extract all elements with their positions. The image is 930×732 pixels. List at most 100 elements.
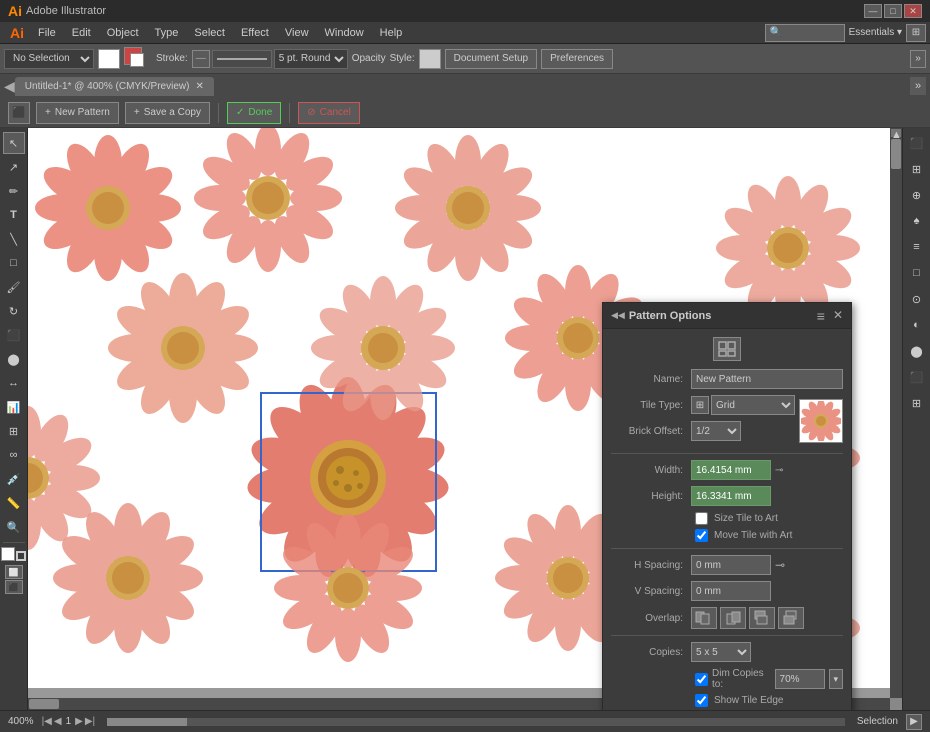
menu-view[interactable]: View <box>277 25 317 41</box>
menu-file[interactable]: File <box>30 25 64 41</box>
style-swatch[interactable] <box>419 49 441 69</box>
panel-menu-icon[interactable]: ≡ <box>817 308 825 324</box>
tool-rect[interactable]: □ <box>3 252 25 274</box>
save-copy-button[interactable]: + Save a Copy <box>125 102 210 124</box>
right-btn-9[interactable]: ⬤ <box>906 340 928 362</box>
right-btn-11[interactable]: ⊞ <box>906 392 928 414</box>
tool-width[interactable]: ↔ <box>3 372 25 394</box>
cancel-button[interactable]: ⊘ Cancel <box>298 102 360 124</box>
stroke-line-style[interactable] <box>212 50 272 68</box>
width-input[interactable] <box>691 460 771 480</box>
right-btn-1[interactable]: ⬛ <box>906 132 928 154</box>
menu-effect[interactable]: Effect <box>233 25 277 41</box>
stroke-swatch-white[interactable] <box>130 53 144 67</box>
new-pattern-button[interactable]: + New Pattern <box>36 102 119 124</box>
tool-eyedropper[interactable]: 💉 <box>3 468 25 490</box>
tool-select[interactable]: ↖ <box>3 132 25 154</box>
menu-edit[interactable]: Edit <box>64 25 99 41</box>
vertical-scrollbar[interactable]: ▲ <box>890 128 902 698</box>
canvas-area[interactable]: ▲ ◀◀ Pattern Options ≡ ✕ <box>28 128 902 710</box>
menu-object[interactable]: Object <box>99 25 147 41</box>
height-input[interactable] <box>691 486 771 506</box>
overlap-bottom-front[interactable] <box>778 607 804 629</box>
link-icon[interactable]: ⊸ <box>775 465 783 476</box>
tool-direct-select[interactable]: ↗ <box>3 156 25 178</box>
tool-type[interactable]: T <box>3 204 25 226</box>
draw-normal[interactable]: ⬜ <box>5 565 23 579</box>
status-arrow[interactable]: ▶ <box>906 714 922 730</box>
essentials-label[interactable]: Essentials ▾ <box>849 27 902 38</box>
tool-zoom[interactable]: 🔍 <box>3 516 25 538</box>
nav-back[interactable]: ◀ <box>4 78 15 95</box>
copies-select[interactable]: 5 x 5 <box>691 642 751 662</box>
scroll-thumb-v[interactable] <box>891 139 901 169</box>
overlap-top-front[interactable] <box>749 607 775 629</box>
name-input[interactable] <box>691 369 843 389</box>
selection-dropdown[interactable]: No Selection <box>4 49 94 69</box>
doc-setup-button[interactable]: Document Setup <box>445 49 538 69</box>
brick-offset-select[interactable]: 1/2 <box>691 421 741 441</box>
right-btn-3[interactable]: ⊕ <box>906 184 928 206</box>
right-btn-2[interactable]: ⊞ <box>906 158 928 180</box>
tool-paint[interactable]: 🖌 <box>3 276 25 298</box>
nav-first[interactable]: |◀ <box>42 716 52 727</box>
right-btn-6[interactable]: □ <box>906 262 928 284</box>
status-scroll-thumb[interactable] <box>107 718 187 726</box>
v-spacing-input[interactable] <box>691 581 771 601</box>
maximize-button[interactable]: □ <box>884 4 902 18</box>
nav-next[interactable]: ▶ <box>75 716 83 727</box>
stroke-tool[interactable] <box>16 551 26 561</box>
tool-blend[interactable]: ∞ <box>3 444 25 466</box>
scroll-up-arrow[interactable]: ▲ <box>891 129 901 137</box>
fill-tool[interactable] <box>1 547 15 561</box>
h-spacing-input[interactable] <box>691 555 771 575</box>
tool-warp[interactable]: ⬤ <box>3 348 25 370</box>
menu-select[interactable]: Select <box>186 25 233 41</box>
overlap-right-front[interactable] <box>720 607 746 629</box>
menu-help[interactable]: Help <box>372 25 411 41</box>
tool-scale[interactable]: ⬛ <box>3 324 25 346</box>
menu-type[interactable]: Type <box>147 25 187 41</box>
nav-prev[interactable]: ◀ <box>54 716 62 727</box>
move-with-art-checkbox[interactable] <box>695 529 708 542</box>
panel-collapse-arrow[interactable]: ◀◀ <box>611 310 625 321</box>
tab-close-button[interactable]: ✕ <box>195 81 203 92</box>
menu-window[interactable]: Window <box>317 25 372 41</box>
dim-pct-input[interactable] <box>775 669 825 689</box>
size-to-art-checkbox[interactable] <box>695 512 708 525</box>
minimize-button[interactable]: — <box>864 4 882 18</box>
draw-inside[interactable]: ⬛ <box>5 580 23 594</box>
right-btn-4[interactable]: ♠ <box>906 210 928 232</box>
document-tab[interactable]: Untitled-1* @ 400% (CMYK/Preview) ✕ <box>15 77 214 96</box>
right-btn-5[interactable]: ≡ <box>906 236 928 258</box>
nav-last[interactable]: ▶| <box>85 716 95 727</box>
dim-copies-checkbox[interactable] <box>695 673 708 686</box>
search-field[interactable]: 🔍 <box>765 24 845 42</box>
tool-measure[interactable]: 📏 <box>3 492 25 514</box>
tool-line[interactable]: ╲ <box>3 228 25 250</box>
stroke-select[interactable]: 5 pt. Round <box>274 49 348 69</box>
tool-graph[interactable]: 📊 <box>3 396 25 418</box>
show-tile-edge-checkbox[interactable] <box>695 694 708 707</box>
icon-btn[interactable]: ⊞ <box>906 24 926 42</box>
h-spacing-link[interactable]: ⊸ <box>775 558 785 572</box>
tile-type-select[interactable]: Grid <box>711 395 795 415</box>
right-btn-8[interactable]: ◐ <box>906 314 928 336</box>
toolbar-more[interactable]: » <box>910 50 926 68</box>
dim-arrow-btn[interactable]: ▾ <box>829 669 843 689</box>
scroll-thumb-h[interactable] <box>29 699 59 709</box>
done-button[interactable]: ✓ Done <box>227 102 281 124</box>
overlap-left-front[interactable] <box>691 607 717 629</box>
tool-mesh[interactable]: ⊞ <box>3 420 25 442</box>
right-btn-7[interactable]: ⊙ <box>906 288 928 310</box>
tool-pen[interactable]: ✏ <box>3 180 25 202</box>
panel-close-icon[interactable]: ✕ <box>833 308 843 324</box>
move-tile-btn[interactable] <box>713 337 741 361</box>
fill-swatch[interactable] <box>98 49 120 69</box>
tool-rotate[interactable]: ↻ <box>3 300 25 322</box>
status-scroll-h[interactable] <box>107 718 845 726</box>
close-button[interactable]: ✕ <box>904 4 922 18</box>
preferences-button[interactable]: Preferences <box>541 49 613 69</box>
right-btn-10[interactable]: ⬛ <box>906 366 928 388</box>
tab-more[interactable]: » <box>910 77 926 95</box>
